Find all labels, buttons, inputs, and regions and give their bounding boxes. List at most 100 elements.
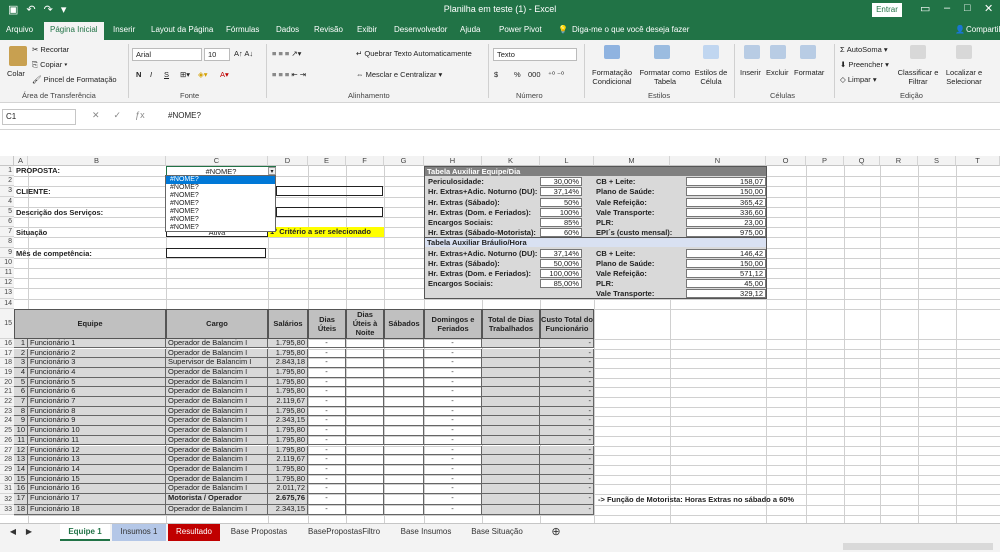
copy-button[interactable]: ⎘ Copiar ▾ [32,60,67,70]
sabados-cell[interactable] [384,338,424,349]
dias-noite-cell[interactable] [346,455,384,465]
column-header-O[interactable]: O [766,156,806,166]
row-header-27[interactable]: 27 [0,445,14,456]
sheet-tab-equipe1[interactable]: Equipe 1 [60,524,110,541]
column-header-F[interactable]: F [346,156,384,166]
dias-uteis-cell[interactable]: - [308,445,346,456]
row-header-28[interactable]: 28 [0,455,14,465]
dias-noite-cell[interactable] [346,416,384,427]
dias-uteis-cell[interactable]: - [308,494,346,505]
row-header-21[interactable]: 21 [0,387,14,397]
sheet-tab-base-propostas-filtro[interactable]: BasePropostasFiltro [298,524,390,541]
column-header-Q[interactable]: Q [844,156,880,166]
row-header-9[interactable]: 9 [0,247,14,258]
formula-input[interactable]: #NOME? [164,109,994,125]
italic-button[interactable]: I [150,70,152,79]
dias-noite-cell[interactable] [346,464,384,475]
dias-uteis-cell[interactable]: - [308,435,346,446]
sabados-cell[interactable] [384,416,424,427]
tab-dados[interactable]: Dados [276,25,299,34]
sabados-cell[interactable] [384,445,424,456]
dias-uteis-cell[interactable]: - [308,406,346,417]
sort-filter-icon[interactable] [910,45,926,59]
dropdown-option[interactable]: #NOME? [166,216,275,224]
format-painter-button[interactable]: 🖌 Pincel de Formatação [32,75,117,84]
domingos-cell[interactable]: - [424,358,482,368]
domingos-cell[interactable]: - [424,367,482,378]
next-sheet-icon[interactable]: ▶ [22,524,36,541]
descricao-input[interactable] [276,206,383,217]
bold-button[interactable]: N [136,70,141,79]
sabados-cell[interactable] [384,464,424,475]
tell-me-input[interactable]: Diga-me o que você deseja fazer [572,25,689,34]
column-header-L[interactable]: L [540,156,594,166]
tab-desenvolvedor[interactable]: Desenvolvedor [394,25,447,34]
row-header-22[interactable]: 22 [0,397,14,407]
column-header-N[interactable]: N [670,156,766,166]
domingos-cell[interactable]: - [424,377,482,388]
font-color-icon[interactable]: A▾ [220,70,229,79]
row-header-32[interactable]: 32 [0,494,14,505]
decimal-icons[interactable]: ⁺⁰ ⁻⁰ [548,70,564,79]
row-header-18[interactable]: 18 [0,358,14,368]
dias-uteis-cell[interactable]: - [308,455,346,465]
sabados-cell[interactable] [384,484,424,494]
column-header-E[interactable]: E [308,156,346,166]
dias-uteis-cell[interactable]: - [308,397,346,407]
tab-arquivo[interactable]: Arquivo [6,25,33,34]
domingos-cell[interactable]: - [424,406,482,417]
sort-filter-button[interactable]: Classificar e Filtrar [896,68,940,86]
mes-input[interactable] [166,247,266,258]
ribbon-display-icon[interactable]: ▭ [920,2,930,15]
format-table-icon[interactable] [654,45,670,59]
signin-button[interactable]: Entrar [872,3,902,17]
dias-noite-cell[interactable] [346,397,384,407]
row-header-12[interactable]: 12 [0,278,14,289]
column-header-S[interactable]: S [918,156,956,166]
minimize-icon[interactable]: – [944,2,950,14]
dropdown-option[interactable]: #NOME? [166,208,275,216]
delete-cells-button[interactable]: Excluir [766,68,789,77]
thousands-button[interactable]: 000 [528,70,541,79]
sabados-cell[interactable] [384,367,424,378]
cell-styles-icon[interactable] [703,45,719,59]
dropdown-option[interactable]: #NOME? [166,176,275,184]
conditional-format-icon[interactable] [604,45,620,59]
row-header-2[interactable]: 2 [0,176,14,187]
dropdown-arrow-icon[interactable]: ▾ [268,167,276,175]
delete-cells-icon[interactable] [770,45,786,59]
share-button[interactable]: Compartilhar [966,25,1000,34]
dias-uteis-cell[interactable]: - [308,416,346,427]
sabados-cell[interactable] [384,435,424,446]
share-icon[interactable]: 👤 [955,25,965,34]
row-header-8[interactable]: 8 [0,237,14,248]
dias-noite-cell[interactable] [346,387,384,397]
worksheet[interactable]: A B C D E F G H K L M N O P Q R S T 1 2 3 4 5 6 7 8 9 10 11 12 13 14 15 1… [0,156,1000,523]
row-header-11[interactable]: 11 [0,268,14,279]
tab-ajuda[interactable]: Ajuda [460,25,480,34]
column-header-H[interactable]: H [424,156,482,166]
row-header-5[interactable]: 5 [0,206,14,217]
dias-uteis-cell[interactable]: - [308,387,346,397]
underline-button[interactable]: S [164,70,169,79]
column-header-C[interactable]: C [166,156,268,166]
tab-exibir[interactable]: Exibir [357,25,377,34]
row-header-1[interactable]: 1 [0,166,14,177]
cell-styles-button[interactable]: Estilos de Célula [692,68,730,86]
tab-formulas[interactable]: Fórmulas [226,25,259,34]
domingos-cell[interactable]: - [424,464,482,475]
domingos-cell[interactable]: - [424,348,482,359]
row-header-20[interactable]: 20 [0,377,14,388]
dias-noite-cell[interactable] [346,358,384,368]
name-box[interactable]: C1 [2,109,76,125]
align-left-icons[interactable]: ≡ ≡ ≡ ⇤ ⇥ [272,70,306,79]
domingos-cell[interactable]: - [424,426,482,436]
dias-noite-cell[interactable] [346,426,384,436]
domingos-cell[interactable]: - [424,494,482,505]
row-header-31[interactable]: 31 [0,484,14,494]
dropdown-option[interactable]: #NOME? [166,200,275,208]
sabados-cell[interactable] [384,474,424,485]
dias-noite-cell[interactable] [346,338,384,349]
dropdown-option[interactable]: #NOME? [166,192,275,200]
proposta-dropdown-list[interactable]: #NOME? #NOME? #NOME? #NOME? #NOME? #NOME? #NOM… [165,175,276,232]
